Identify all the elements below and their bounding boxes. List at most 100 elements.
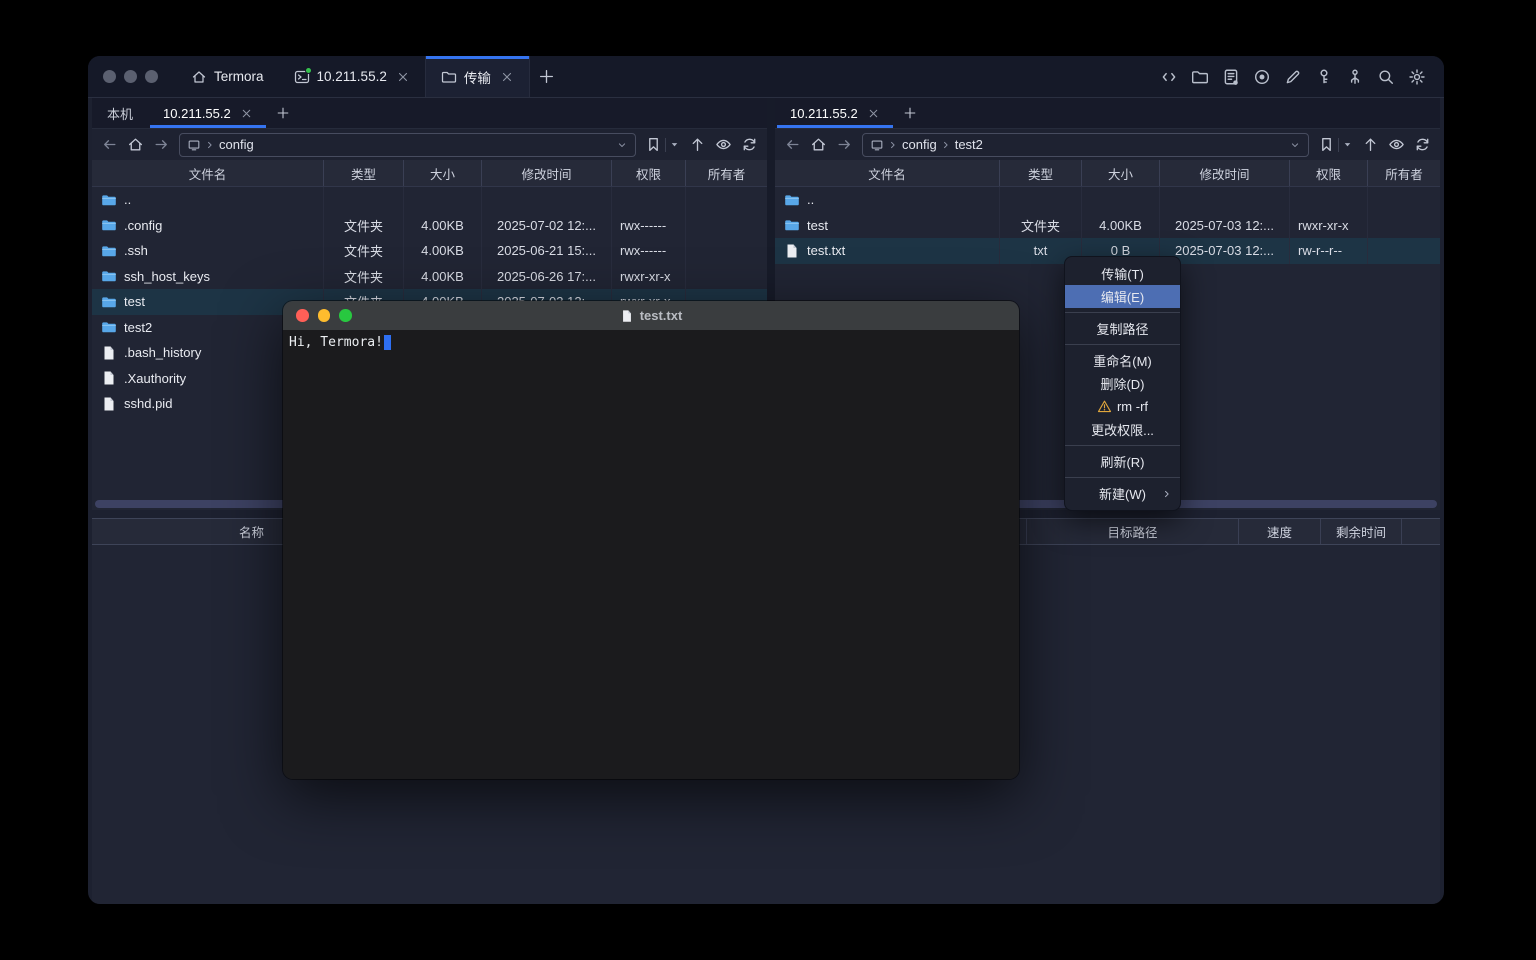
text-cursor: [384, 335, 391, 350]
file-row-test[interactable]: test 文件夹 4.00KB 2025-07-03 12:... rwxr-x…: [775, 213, 1440, 239]
refresh-button[interactable]: [741, 136, 758, 153]
column-header-2[interactable]: 大小: [1082, 160, 1160, 186]
log-icon[interactable]: [1222, 68, 1240, 86]
back-button[interactable]: [101, 136, 118, 153]
parent-directory-button[interactable]: [1362, 136, 1379, 153]
bookmark-dropdown-button[interactable]: [669, 139, 680, 150]
bookmark-button[interactable]: [1318, 136, 1335, 153]
path-input[interactable]: config: [179, 133, 636, 157]
column-header-2[interactable]: 大小: [404, 160, 482, 186]
pencil-icon[interactable]: [1284, 68, 1302, 86]
settings-icon[interactable]: [1408, 68, 1426, 86]
bookmark-button[interactable]: [645, 136, 662, 153]
forward-button[interactable]: [836, 136, 853, 153]
editor-close-button[interactable]: [296, 309, 309, 322]
toolbar-icons: [1160, 56, 1444, 97]
main-tab-1[interactable]: 10.211.55.2: [279, 56, 425, 97]
menu-item-8[interactable]: 更改权限...: [1065, 418, 1180, 441]
file-row--ssh[interactable]: .ssh 文件夹 4.00KB 2025-06-21 15:... rwx---…: [92, 238, 767, 264]
show-hidden-files-button[interactable]: [1388, 136, 1405, 153]
main-tab-2[interactable]: 传输: [425, 56, 530, 97]
r-panel-tab-0[interactable]: 10.211.55.2: [775, 98, 895, 128]
menu-item-label: 传输(T): [1101, 264, 1144, 283]
column-header-5[interactable]: 所有者: [1368, 160, 1440, 186]
search-icon[interactable]: [1377, 68, 1395, 86]
main-tab-0[interactable]: Termora: [176, 56, 279, 97]
menu-item-0[interactable]: 传输(T): [1065, 262, 1180, 285]
new-tab-button[interactable]: [530, 56, 564, 97]
home-button[interactable]: [127, 136, 144, 153]
file-size-cell: [1082, 187, 1160, 213]
close-icon[interactable]: [396, 70, 410, 84]
menu-item-10[interactable]: 刷新(R): [1065, 450, 1180, 473]
record-icon[interactable]: [1253, 68, 1271, 86]
transfer-col-speed[interactable]: 速度: [1239, 519, 1321, 544]
plus-icon: [276, 106, 290, 120]
file-row--[interactable]: ..: [92, 187, 767, 213]
code-icon[interactable]: [1160, 68, 1178, 86]
close-icon[interactable]: [240, 107, 253, 120]
column-header-0[interactable]: 文件名: [92, 160, 324, 186]
column-header-3[interactable]: 修改时间: [1160, 160, 1290, 186]
menu-item-5[interactable]: 重命名(M): [1065, 349, 1180, 372]
column-header-1[interactable]: 类型: [1000, 160, 1082, 186]
bookmark-group: [645, 136, 680, 153]
path-segment[interactable]: config: [902, 137, 937, 152]
column-header-4[interactable]: 权限: [1290, 160, 1368, 186]
chevron-down-icon[interactable]: [1289, 139, 1301, 151]
editor-window-controls: [283, 309, 352, 322]
home-button[interactable]: [810, 136, 827, 153]
editor-maximize-button[interactable]: [339, 309, 352, 322]
file-size-cell: 4.00KB: [404, 238, 482, 264]
transfer-col-remaining[interactable]: 剩余时间: [1321, 519, 1402, 544]
file-name: test2: [124, 320, 152, 335]
column-header-3[interactable]: 修改时间: [482, 160, 612, 186]
editor-window: test.txt Hi, Termora!: [283, 301, 1019, 779]
key-icon[interactable]: [1315, 68, 1333, 86]
menu-item-7[interactable]: rm -rf: [1065, 395, 1180, 418]
l-panel-tab-0[interactable]: 本机: [92, 98, 148, 128]
column-header-4[interactable]: 权限: [612, 160, 686, 186]
titlebar: Termora 10.211.55.2 传输: [88, 56, 1444, 98]
parent-directory-button[interactable]: [689, 136, 706, 153]
menu-item-3[interactable]: 复制路径: [1065, 317, 1180, 340]
refresh-button[interactable]: [1414, 136, 1431, 153]
maximize-window-button[interactable]: [145, 70, 158, 83]
minimize-window-button[interactable]: [124, 70, 137, 83]
file-perm-cell: rwx------: [612, 238, 686, 264]
plus-icon: [538, 68, 555, 85]
back-button[interactable]: [784, 136, 801, 153]
path-input[interactable]: config test2: [862, 133, 1309, 157]
r-panel-navbar: config test2: [775, 129, 1440, 160]
menu-item-6[interactable]: 删除(D): [1065, 372, 1180, 395]
file-row--config[interactable]: .config 文件夹 4.00KB 2025-07-02 12:... rwx…: [92, 213, 767, 239]
keychain-icon[interactable]: [1346, 68, 1364, 86]
show-hidden-files-button[interactable]: [715, 136, 732, 153]
chevron-down-icon[interactable]: [616, 139, 628, 151]
path-segment[interactable]: config: [219, 137, 254, 152]
close-icon[interactable]: [500, 70, 514, 84]
folder-icon[interactable]: [1191, 68, 1209, 86]
path-segment[interactable]: test2: [955, 137, 983, 152]
document-icon: [620, 309, 634, 323]
file-type-cell: 文件夹: [1000, 213, 1082, 239]
forward-button[interactable]: [153, 136, 170, 153]
l-panel-tab-1[interactable]: 10.211.55.2: [148, 98, 268, 128]
column-header-0[interactable]: 文件名: [775, 160, 1000, 186]
new-connection-tab-button[interactable]: [895, 98, 925, 128]
new-connection-tab-button[interactable]: [268, 98, 298, 128]
file-mtime-cell: 2025-06-21 15:...: [482, 238, 612, 264]
close-icon[interactable]: [867, 107, 880, 120]
editor-content-area[interactable]: Hi, Termora!: [283, 330, 1019, 779]
file-row--[interactable]: ..: [775, 187, 1440, 213]
column-header-1[interactable]: 类型: [324, 160, 404, 186]
close-window-button[interactable]: [103, 70, 116, 83]
transfer-col-destination[interactable]: 目标路径: [1026, 519, 1239, 544]
column-header-5[interactable]: 所有者: [686, 160, 767, 186]
menu-item-12[interactable]: 新建(W): [1065, 482, 1180, 505]
editor-titlebar[interactable]: test.txt: [283, 301, 1019, 330]
bookmark-dropdown-button[interactable]: [1342, 139, 1353, 150]
editor-minimize-button[interactable]: [318, 309, 331, 322]
menu-item-1[interactable]: 编辑(E): [1065, 285, 1180, 308]
file-row-ssh-host-keys[interactable]: ssh_host_keys 文件夹 4.00KB 2025-06-26 17:.…: [92, 264, 767, 290]
